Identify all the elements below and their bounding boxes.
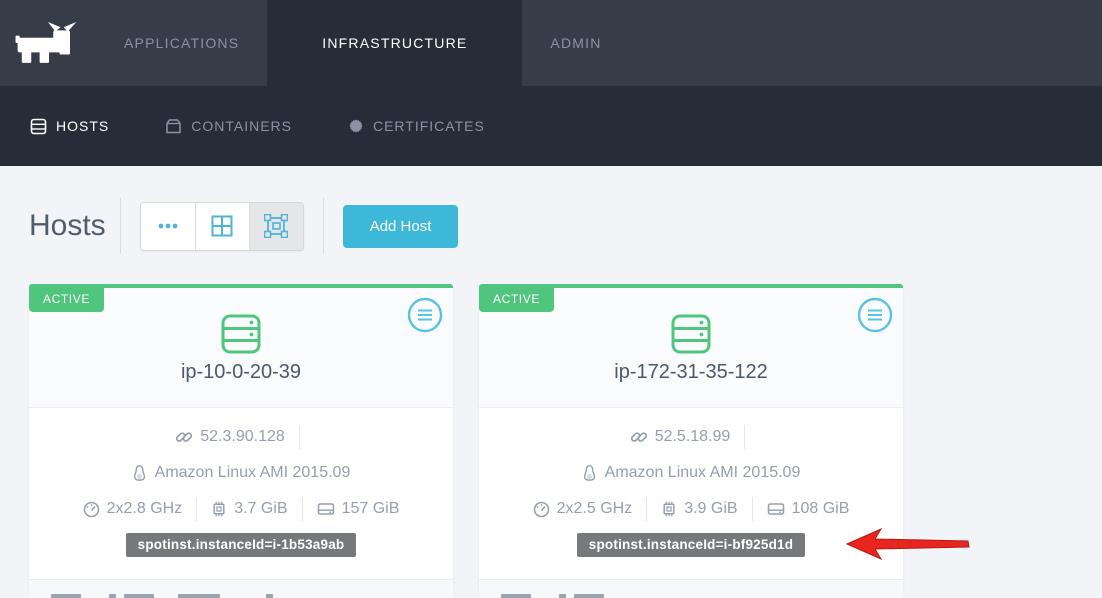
divider xyxy=(302,497,303,521)
view-machine-button[interactable] xyxy=(249,203,303,250)
host-card-footer xyxy=(479,579,903,598)
host-card: ACTIVE xyxy=(479,284,903,598)
certificates-icon xyxy=(348,118,364,134)
clipped-content xyxy=(266,594,273,598)
link-icon xyxy=(631,429,647,445)
host-name-link[interactable]: ip-172-31-35-122 xyxy=(479,361,903,384)
host-card-header: ACTIVE xyxy=(29,288,453,408)
red-arrow-annotation xyxy=(846,528,972,560)
disk-icon xyxy=(767,501,785,517)
host-ip-row: 52.5.18.99 xyxy=(479,423,903,451)
tab-infrastructure[interactable]: INFRASTRUCTURE xyxy=(267,0,522,86)
clipped-content xyxy=(51,594,81,598)
host-ip-row: 52.3.90.128 xyxy=(29,423,453,451)
tab-admin[interactable]: ADMIN xyxy=(522,0,629,86)
containers-icon xyxy=(165,118,182,135)
page-header: Hosts xyxy=(29,202,1073,250)
link-icon xyxy=(176,429,192,445)
host-cpu: 2x2.5 GHz xyxy=(557,500,633,518)
clipped-content xyxy=(574,594,604,598)
subnav-item-hosts[interactable]: HOSTS xyxy=(30,118,109,135)
disk-spec: 108 GiB xyxy=(767,500,850,518)
host-os-row: Amazon Linux AMI 2015.09 xyxy=(479,459,903,487)
divider xyxy=(299,425,300,449)
divider xyxy=(646,497,647,521)
view-list-button[interactable] xyxy=(141,203,195,250)
tab-label: APPLICATIONS xyxy=(124,35,239,51)
host-os: Amazon Linux AMI 2015.09 xyxy=(155,464,351,482)
host-specs-row: 2x2.8 GHz xyxy=(29,495,453,523)
divider xyxy=(323,198,324,254)
status-badge: ACTIVE xyxy=(479,288,554,312)
host-label-row: spotinst.instanceId=i-bf925d1d xyxy=(479,531,903,559)
host-card-header: ACTIVE xyxy=(479,288,903,408)
status-badge: ACTIVE xyxy=(29,288,104,312)
host-card: ACTIVE xyxy=(29,284,453,598)
gauge-icon xyxy=(533,501,550,518)
rancher-logo[interactable] xyxy=(0,0,96,86)
subnav-label: CERTIFICATES xyxy=(373,118,485,134)
add-host-button[interactable]: Add Host xyxy=(343,205,459,248)
host-memory: 3.7 GiB xyxy=(234,500,287,518)
top-nav-bar: APPLICATIONS INFRASTRUCTURE ADMIN xyxy=(0,0,1102,86)
linux-tux-icon xyxy=(582,465,597,481)
clipped-content xyxy=(501,594,531,598)
gauge-icon xyxy=(83,501,100,518)
host-card-footer xyxy=(29,579,453,598)
host-ip: 52.3.90.128 xyxy=(200,428,285,446)
memory-chip-icon xyxy=(661,501,677,517)
page-title: Hosts xyxy=(29,209,106,243)
host-card-body: 52.5.18.99 Amazon Linux AMI 2015.09 xyxy=(479,408,903,579)
machine-view-icon xyxy=(264,214,288,238)
host-name-link[interactable]: ip-10-0-20-39 xyxy=(29,361,453,384)
linux-tux-icon xyxy=(132,465,147,481)
host-specs-row: 2x2.5 GHz xyxy=(479,495,903,523)
tab-label: ADMIN xyxy=(550,35,601,51)
clipped-content xyxy=(124,594,154,598)
host-ip: 52.5.18.99 xyxy=(655,428,731,446)
view-grid-button[interactable] xyxy=(195,203,249,250)
infrastructure-sub-nav: HOSTS CONTAINERS CERTIFICATES xyxy=(0,86,1102,166)
host-card-body: 52.3.90.128 Amazon Linux AMI 2015.09 xyxy=(29,408,453,579)
clipped-content xyxy=(178,594,220,598)
host-menu-button[interactable] xyxy=(407,297,443,333)
hosts-icon xyxy=(30,118,47,135)
view-toggle-group xyxy=(140,202,304,251)
subnav-label: CONTAINERS xyxy=(191,118,292,134)
host-label-tag: spotinst.instanceId=i-1b53a9ab xyxy=(126,533,357,557)
divider xyxy=(752,497,753,521)
host-disk: 108 GiB xyxy=(792,500,850,518)
host-os: Amazon Linux AMI 2015.09 xyxy=(605,464,801,482)
host-disk: 157 GiB xyxy=(342,500,400,518)
tab-applications[interactable]: APPLICATIONS xyxy=(96,0,267,86)
host-os-row: Amazon Linux AMI 2015.09 xyxy=(29,459,453,487)
divider xyxy=(744,425,745,449)
rancher-cow-icon xyxy=(13,21,83,65)
divider xyxy=(196,497,197,521)
disk-icon xyxy=(317,501,335,517)
clipped-content xyxy=(109,594,116,598)
divider xyxy=(120,198,121,254)
subnav-label: HOSTS xyxy=(56,118,109,134)
tab-label: INFRASTRUCTURE xyxy=(322,35,467,51)
host-label-tag: spotinst.instanceId=i-bf925d1d xyxy=(577,533,805,557)
list-dots-icon xyxy=(158,223,178,229)
grid-icon xyxy=(211,215,233,237)
subnav-item-certificates[interactable]: CERTIFICATES xyxy=(348,118,485,134)
cpu-spec: 2x2.5 GHz xyxy=(533,500,633,518)
host-memory: 3.9 GiB xyxy=(684,500,737,518)
memory-spec: 3.9 GiB xyxy=(661,500,737,518)
memory-chip-icon xyxy=(211,501,227,517)
host-label-row: spotinst.instanceId=i-1b53a9ab xyxy=(29,531,453,559)
memory-spec: 3.7 GiB xyxy=(211,500,287,518)
host-menu-button[interactable] xyxy=(857,297,893,333)
cpu-spec: 2x2.8 GHz xyxy=(83,500,183,518)
subnav-item-containers[interactable]: CONTAINERS xyxy=(165,118,292,135)
host-cpu: 2x2.8 GHz xyxy=(107,500,183,518)
disk-spec: 157 GiB xyxy=(317,500,400,518)
clipped-content xyxy=(559,594,566,598)
